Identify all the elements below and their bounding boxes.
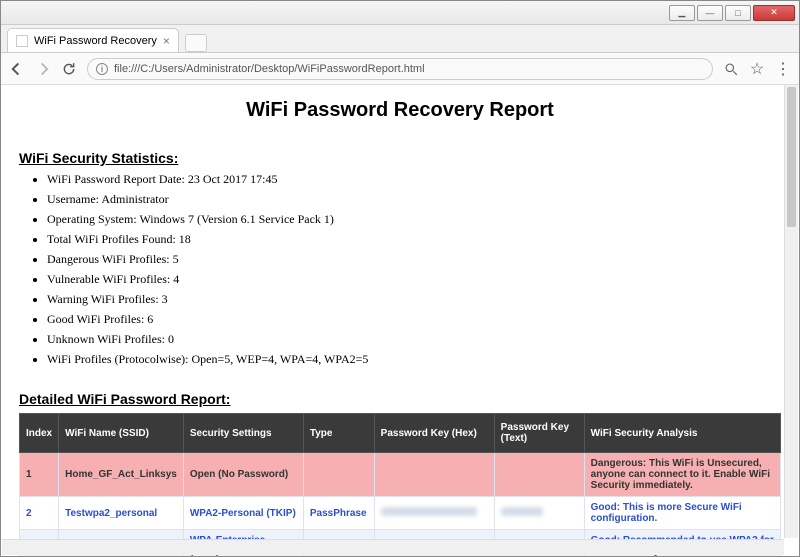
table-row: 2Testwpa2_personalWPA2-Personal (TKIP)Pa… bbox=[20, 497, 781, 530]
cell-text bbox=[494, 453, 584, 497]
window-titlebar: ▁ — □ ✕ bbox=[1, 1, 799, 25]
col-type: Type bbox=[303, 414, 374, 453]
minimize-button[interactable]: — bbox=[697, 5, 723, 21]
collapse-button[interactable]: ▁ bbox=[669, 5, 695, 21]
stats-item: Warning WiFi Profiles: 3 bbox=[47, 292, 781, 307]
cell-ssid: Home_GF_Act_Linksys bbox=[59, 453, 184, 497]
cell-text bbox=[494, 497, 584, 530]
cell-index: 1 bbox=[20, 453, 59, 497]
nav-toolbar: i file:///C:/Users/Administrator/Desktop… bbox=[1, 53, 799, 85]
browser-tab[interactable]: WiFi Password Recovery × bbox=[7, 28, 179, 52]
stats-item: Total WiFi Profiles Found: 18 bbox=[47, 232, 781, 247]
site-info-icon[interactable]: i bbox=[96, 63, 108, 75]
stats-item: WiFi Password Report Date: 23 Oct 2017 1… bbox=[47, 172, 781, 187]
col-analysis: WiFi Security Analysis bbox=[584, 414, 780, 453]
col-ssid: WiFi Name (SSID) bbox=[59, 414, 184, 453]
tab-strip: WiFi Password Recovery × bbox=[1, 25, 799, 53]
stats-item: Vulnerable WiFi Profiles: 4 bbox=[47, 272, 781, 287]
stats-item: Operating System: Windows 7 (Version 6.1… bbox=[47, 212, 781, 227]
horizontal-scrollbar[interactable] bbox=[2, 539, 784, 555]
cell-hex bbox=[374, 497, 494, 530]
cell-type: PassPhrase bbox=[303, 497, 374, 530]
tab-close-icon[interactable]: × bbox=[163, 34, 170, 48]
cell-index: 2 bbox=[20, 497, 59, 530]
table-header-row: Index WiFi Name (SSID) Security Settings… bbox=[20, 414, 781, 453]
col-index: Index bbox=[20, 414, 59, 453]
page-favicon-icon bbox=[16, 35, 28, 47]
bookmark-icon[interactable]: ☆ bbox=[749, 61, 765, 77]
close-button[interactable]: ✕ bbox=[753, 5, 795, 21]
stats-item: Good WiFi Profiles: 6 bbox=[47, 312, 781, 327]
url-text: file:///C:/Users/Administrator/Desktop/W… bbox=[114, 63, 425, 75]
redacted-value bbox=[501, 507, 543, 516]
cell-security: WPA2-Personal (TKIP) bbox=[183, 497, 303, 530]
menu-icon[interactable]: ⋮ bbox=[775, 61, 791, 77]
maximize-button[interactable]: □ bbox=[725, 5, 751, 21]
stats-item: Dangerous WiFi Profiles: 5 bbox=[47, 252, 781, 267]
stats-item: Unknown WiFi Profiles: 0 bbox=[47, 332, 781, 347]
cell-type bbox=[303, 453, 374, 497]
cell-analysis: Good: This is more Secure WiFi configura… bbox=[584, 497, 780, 530]
tab-title: WiFi Password Recovery bbox=[34, 35, 157, 47]
cell-analysis: Dangerous: This WiFi is Unsecured, anyon… bbox=[584, 453, 780, 497]
redacted-value bbox=[381, 507, 477, 516]
cell-security: Open (No Password) bbox=[183, 453, 303, 497]
vertical-scrollbar[interactable] bbox=[784, 85, 798, 538]
wifi-report-table: Index WiFi Name (SSID) Security Settings… bbox=[19, 413, 781, 556]
detail-heading: Detailed WiFi Password Report: bbox=[19, 391, 781, 407]
back-button[interactable] bbox=[9, 61, 25, 77]
col-hex: Password Key (Hex) bbox=[374, 414, 494, 453]
stats-item: Username: Administrator bbox=[47, 192, 781, 207]
cell-ssid: Testwpa2_personal bbox=[59, 497, 184, 530]
stats-item: WiFi Profiles (Protocolwise): Open=5, WE… bbox=[47, 352, 781, 367]
reload-button[interactable] bbox=[61, 61, 77, 77]
page-title: WiFi Password Recovery Report bbox=[19, 99, 781, 122]
browser-window: ▁ — □ ✕ WiFi Password Recovery × i file:… bbox=[0, 0, 800, 557]
col-text: Password Key (Text) bbox=[494, 414, 584, 453]
stats-list: WiFi Password Report Date: 23 Oct 2017 1… bbox=[19, 172, 781, 367]
forward-button[interactable] bbox=[35, 61, 51, 77]
address-bar[interactable]: i file:///C:/Users/Administrator/Desktop… bbox=[87, 58, 713, 80]
stats-heading: WiFi Security Statistics: bbox=[19, 150, 781, 166]
zoom-icon[interactable] bbox=[723, 61, 739, 77]
col-security: Security Settings bbox=[183, 414, 303, 453]
new-tab-button[interactable] bbox=[185, 34, 207, 52]
cell-hex bbox=[374, 453, 494, 497]
scrollbar-thumb[interactable] bbox=[787, 87, 796, 227]
table-row: 1Home_GF_Act_LinksysOpen (No Password) Da… bbox=[20, 453, 781, 497]
page-viewport: WiFi Password Recovery Report WiFi Secur… bbox=[1, 85, 799, 556]
